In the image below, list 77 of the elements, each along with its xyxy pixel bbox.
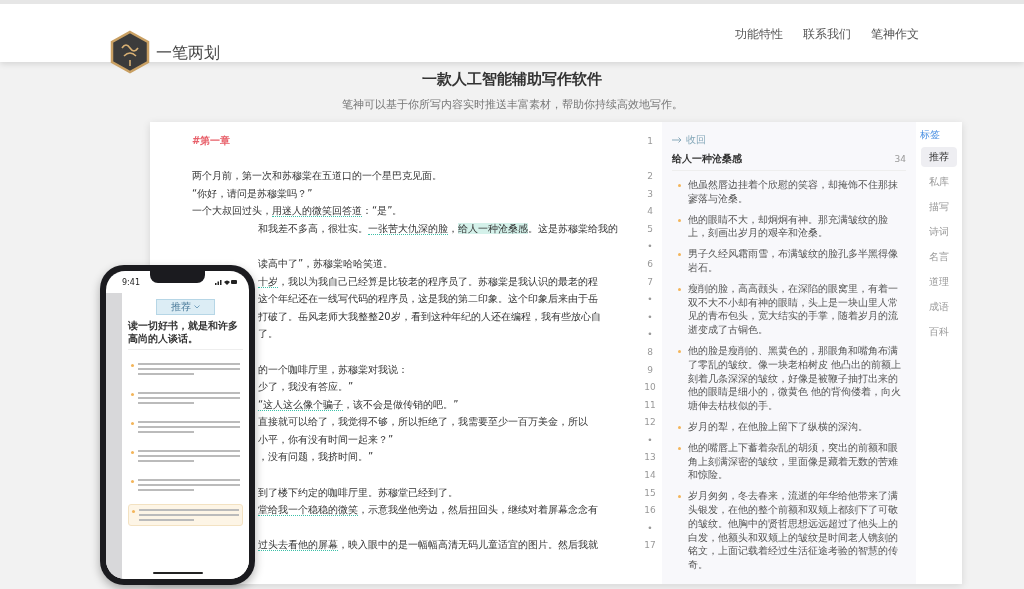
tag-dropdown[interactable]: 推荐 <box>156 299 215 315</box>
line-number: 7 <box>647 276 653 287</box>
brand-name: 一笔两划 <box>156 43 220 64</box>
caret-icon <box>194 305 200 309</box>
line-number: 8 <box>647 346 653 357</box>
text-line: 小平，你有没有时间一起来？” <box>258 433 394 445</box>
text-line: 直接就可以给了，我觉得不够，所以拒绝了，我需要至少一百万美金，所以 <box>258 416 588 428</box>
line-number: 6 <box>647 258 653 269</box>
text-line: “这人这么像个骗子，该不会是做传销的吧。” <box>258 398 459 411</box>
line-number: 13 <box>644 452 656 463</box>
status-icons <box>215 279 237 285</box>
line-number: 3 <box>647 188 653 199</box>
line-number: • <box>647 294 653 305</box>
suggestion-title: 给人一种沧桑感 <box>672 152 742 166</box>
status-time: 9:41 <box>122 277 140 287</box>
line-number: 4 <box>647 206 653 217</box>
suggestion-text[interactable]: 瘦削的脸，高高颧头，在深陷的眼窝里，有着一双不大不小却有神的眼睛，头上是一块山里人常见的青布包头，宽大结实的手掌，随着岁月的流逝变成了古铜色。 <box>688 281 906 337</box>
bullet-icon <box>678 287 681 291</box>
suggestion-text[interactable]: 他的嘴唇上下蓄着杂乱的胡须，突出的前额和眼角上刻满深密的皱纹，里面像是藏着无数的苦难和惊险。 <box>688 440 906 483</box>
text-line: “你好，请问是苏穆棠吗？” <box>192 187 313 199</box>
nav-link[interactable]: 联系我们 <box>803 26 851 42</box>
line-number: • <box>647 241 653 252</box>
hero-title: 一款人工智能辅助写作软件 <box>421 70 603 89</box>
bullet-icon <box>678 349 681 353</box>
suggestion-text[interactable]: 岁月匆匆，冬去春来，流逝的年华给他带来了满头银发，在他的整个前额和双颊上都刻下了可敬的皱纹。他胸中的贤哲思想远远超过了他头上的白发，他额头和双颊上的皱纹是时间老人镌刻的铭文，上面记载着经过生活征途考验的智慧的传奇。 <box>688 489 906 572</box>
text-line: 堂给我一个稳稳的微笑，示意我坐他旁边，然后扭回头，继续对着屏幕念念有 <box>258 504 598 517</box>
bullet-icon <box>678 184 681 187</box>
arrow-icon <box>672 137 682 143</box>
text-line: 的一个咖啡厅里，苏穆棠对我说： <box>258 363 408 375</box>
line-number: • <box>647 329 653 340</box>
nav-link[interactable]: 功能特性 <box>735 26 783 42</box>
line-number: 14 <box>644 470 656 481</box>
line-number: 11 <box>644 399 656 410</box>
bullet-icon <box>678 253 681 257</box>
quote-title: 读一切好书，就是和许多高尚的人谈话。 <box>128 320 243 350</box>
phone-notch <box>150 271 205 283</box>
home-indicator <box>152 572 203 574</box>
text-line: 到了楼下约定的咖啡厅里。苏穆堂已经到了。 <box>258 486 458 498</box>
suggestion-text[interactable]: 岁月的犁，在他脸上留下了纵横的深沟。 <box>688 419 868 434</box>
line-number: 2 <box>647 171 653 181</box>
line-number: 9 <box>647 364 653 375</box>
bullet-icon <box>678 446 681 450</box>
suggestion-text[interactable]: 他虽然唇边挂着个欣慰的笑容，却掩饰不住那抹寥落与沧桑。 <box>688 178 906 206</box>
suggestion-text[interactable]: 男子久经风霜雨雪，布满皱纹的脸孔多半黑得像岩石。 <box>688 247 906 275</box>
suggestion-text[interactable]: 他的眼睛不大，却炯炯有神。那充满皱纹的脸上，刻画出岁月的艰辛和沧桑。 <box>688 212 906 241</box>
text-line: 一个大叔回过头，用迷人的微笑回答道：“是”。 <box>192 205 403 218</box>
tags-label: 标签 <box>919 128 940 142</box>
text-line: 这个年纪还在一线写代码的程序员，这是我的第二印象。这个印象后来由于岳 <box>258 293 598 305</box>
line-number: 15 <box>644 487 656 498</box>
text-line: 打破了。岳风老师大我整整20岁，看到这种年纪的人还在编程，我有些放心自 <box>258 310 601 322</box>
nav-link[interactable]: 笔神作文 <box>871 26 919 42</box>
bullet-icon <box>678 218 681 222</box>
bullet-icon <box>678 425 681 429</box>
logo-icon <box>110 30 150 74</box>
line-number: 1 <box>647 135 653 146</box>
bullet-icon <box>678 495 681 499</box>
line-number: 17 <box>644 540 656 551</box>
line-number: • <box>647 522 653 533</box>
hero-subtitle: 笔神可以基于你所写内容实时推送丰富素材，帮助你持续高效地写作。 <box>340 97 684 112</box>
suggestion-text[interactable]: 他的脸是瘦削的、黑黄色的，那眼角和嘴角布满了零乱的皱纹。像一块老柏树皮 他凸出的前额上刻着几条深深的皱纹，好像是被鞭子抽打出来的他的眼睛是细小的，微黄色 他的背佝偻着，向火塘伸去枯枝似的手。 <box>688 343 906 413</box>
line-number: 5 <box>647 223 653 234</box>
line-number: 16 <box>644 505 656 516</box>
text-line: 少了，我没有答应。” <box>258 381 354 393</box>
text-line: 和我差不多高，很壮实。一张苦大仇深的脸，给人一种沧桑感。这是苏穆棠给我的 <box>258 222 618 235</box>
text-line: 十岁，我以为我自己已经算是比较老的程序员了。苏穆棠是我认识的最老的程 <box>258 275 598 288</box>
text-line: 过头去看他的屏幕，映入眼中的是一幅幅高清无码儿童适宜的图片。然后我就 <box>258 539 598 552</box>
result-count: 34 <box>894 154 906 164</box>
line-number: 10 <box>644 382 656 393</box>
tag-tab[interactable]: 推荐 <box>921 147 957 167</box>
chapter-heading: #第一章 <box>192 134 231 146</box>
text-line: 读高中了”，苏穆棠哈哈笑道。 <box>258 257 394 269</box>
text-line: ，没有问题，我挤时间。” <box>258 451 374 463</box>
text-line: 两个月前，第一次和苏穆棠在五道口的一个星巴克见面。 <box>192 170 442 181</box>
line-number: • <box>647 311 653 322</box>
line-number: 12 <box>644 417 656 428</box>
line-number: • <box>647 434 653 445</box>
text-line: 了。 <box>258 328 278 340</box>
